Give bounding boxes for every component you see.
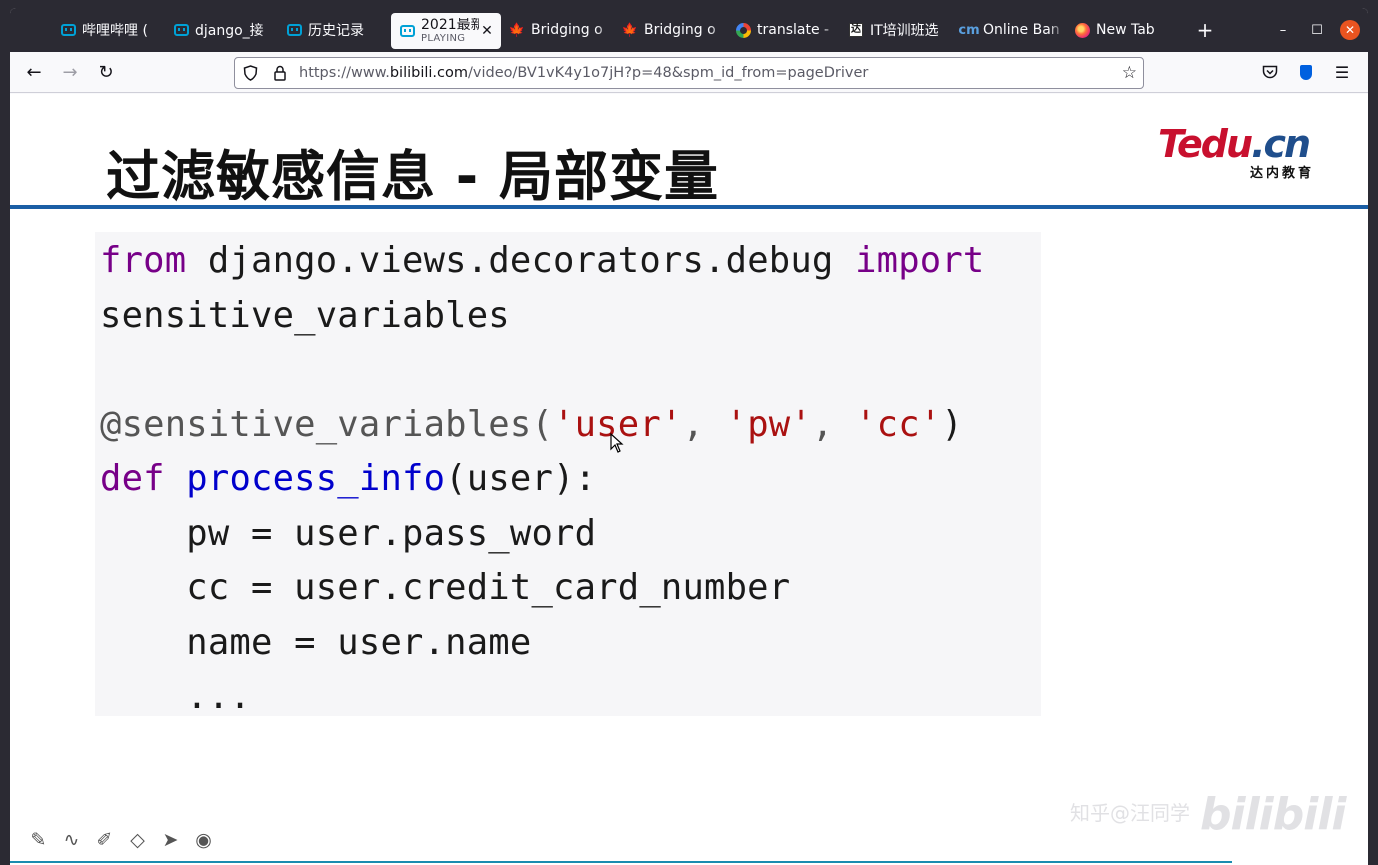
tab-playing-indicator: PLAYING	[421, 33, 466, 45]
maximize-icon[interactable]: ☐	[1300, 15, 1334, 45]
tab-it-training[interactable]: 达 IT培训班选	[840, 12, 953, 48]
tab-history[interactable]: 历史记录	[278, 12, 391, 48]
code-line-name: name = user.name	[100, 622, 532, 663]
maple-leaf-icon: 🍁	[621, 22, 639, 38]
tab-label: django_接	[195, 20, 278, 40]
bilibili-icon	[286, 22, 302, 38]
extension-shield-icon[interactable]	[1288, 56, 1324, 88]
bilibili-icon	[60, 22, 76, 38]
bilibili-icon	[399, 23, 415, 39]
forward-arrow-icon[interactable]: →	[52, 56, 88, 88]
freehand-curve-icon[interactable]: ∿	[55, 829, 88, 851]
tab-label: 哔哩哔哩 (	[82, 20, 165, 40]
eraser-icon[interactable]: ◇	[121, 829, 154, 851]
reload-icon[interactable]: ↻	[88, 56, 124, 88]
browser-window: 哔哩哔哩 ( django_接 历史记录 2021最新 PLAYING ✕ 🍁 …	[10, 8, 1368, 865]
mouse-cursor-icon	[610, 433, 624, 453]
bilibili-icon	[173, 22, 189, 38]
tab-django[interactable]: django_接	[165, 12, 278, 48]
window-close-icon[interactable]: ✕	[1340, 20, 1360, 40]
code-line-def: def process_info(user):	[100, 458, 597, 499]
annotation-toolbar: ✎ ∿ ✐ ◇ ➤ ◉	[22, 829, 220, 851]
toolbar-right: ☰	[1252, 56, 1360, 88]
code-line-pw: pw = user.pass_word	[100, 513, 597, 554]
tab-new-tab[interactable]: New Tab	[1066, 12, 1179, 48]
video-progress-bar[interactable]	[10, 861, 1233, 863]
code-block: from django.views.decorators.debug impor…	[95, 232, 1041, 717]
tab-label: IT培训班选	[870, 20, 953, 40]
pocket-icon[interactable]	[1252, 56, 1288, 88]
slide-divider	[10, 205, 1368, 209]
menu-icon[interactable]: ☰	[1324, 56, 1360, 88]
tab-online-banking[interactable]: cm Online Ban	[953, 12, 1066, 48]
record-icon[interactable]: ◉	[187, 829, 220, 851]
url-bar[interactable]: https://www.bilibili.com/video/BV1vK4y1o…	[234, 57, 1144, 89]
highlighter-icon[interactable]: ✐	[88, 829, 121, 851]
close-tab-icon[interactable]: ✕	[479, 23, 495, 39]
back-arrow-icon[interactable]: ←	[16, 56, 52, 88]
tab-bridging-1[interactable]: 🍁 Bridging o	[501, 12, 614, 48]
code-line-decorator: @sensitive_variables('user', 'pw', 'cc')	[100, 404, 963, 445]
code-line-1: from django.views.decorators.debug impor…	[100, 240, 985, 281]
video-frame[interactable]: 过滤敏感信息 - 局部变量 Tedu.cn 达内教育 from django.v…	[10, 94, 1368, 865]
tab-label: translate -	[757, 22, 840, 38]
it-icon: 达	[849, 23, 863, 37]
window-controls: – ☐ ✕	[1266, 8, 1368, 52]
pointer-icon[interactable]: ➤	[154, 829, 187, 851]
code-line-2: sensitive_variables	[100, 295, 510, 336]
tab-translate[interactable]: translate -	[727, 12, 840, 48]
google-icon	[735, 22, 751, 38]
tab-label: 2021最新	[421, 17, 479, 33]
bookmark-star-icon[interactable]: ☆	[1122, 63, 1137, 83]
firefox-icon	[1074, 22, 1090, 38]
tab-label: 历史记录	[308, 20, 391, 40]
url-text: https://www.bilibili.com/video/BV1vK4y1o…	[299, 65, 869, 81]
lock-icon[interactable]	[265, 65, 295, 81]
maple-leaf-icon: 🍁	[508, 22, 526, 38]
tab-active-video[interactable]: 2021最新 PLAYING ✕	[391, 13, 501, 49]
pen-icon[interactable]: ✎	[22, 829, 55, 851]
tab-bilibili-home[interactable]: 哔哩哔哩 (	[52, 12, 165, 48]
tab-strip: 哔哩哔哩 ( django_接 历史记录 2021最新 PLAYING ✕ 🍁 …	[10, 8, 1368, 52]
code-line-cc: cc = user.credit_card_number	[100, 567, 791, 608]
tab-label: Online Ban	[983, 22, 1066, 38]
tedu-logo: Tedu.cn 达内教育	[1158, 122, 1314, 181]
slide-title: 过滤敏感信息 - 局部变量	[106, 145, 720, 208]
code-line-ellipsis: ...	[100, 676, 252, 717]
cm-icon: cm	[958, 22, 980, 38]
watermark: 知乎@汪同学 bilibili	[1070, 789, 1346, 840]
tracking-shield-icon[interactable]	[235, 65, 265, 81]
new-tab-button[interactable]: +	[1187, 12, 1223, 48]
tab-label: Bridging o	[531, 22, 614, 38]
navigation-toolbar: ← → ↻ https://www.bilibili.com/video/BV1…	[10, 52, 1368, 93]
minimize-icon[interactable]: –	[1266, 15, 1300, 45]
tab-label: Bridging o	[644, 22, 727, 38]
tab-label: New Tab	[1096, 22, 1179, 38]
tab-bridging-2[interactable]: 🍁 Bridging o	[614, 12, 727, 48]
